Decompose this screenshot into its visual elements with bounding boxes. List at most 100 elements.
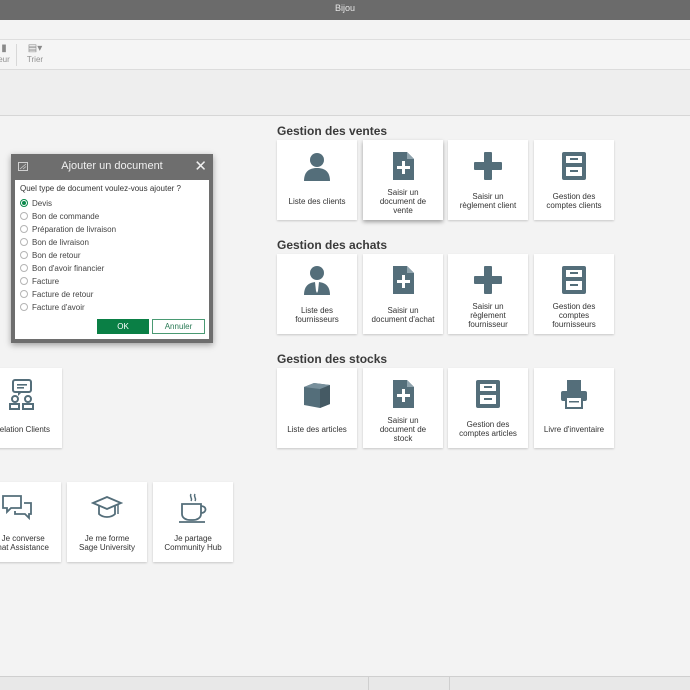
tile-liste-clients[interactable]: Liste des clients (277, 140, 357, 220)
tile-saisir-document-vente[interactable]: Saisir un document de vente (363, 140, 443, 220)
tile-liste-fournisseurs[interactable]: Liste des fournisseurs (277, 254, 357, 334)
plus-icon (472, 264, 504, 296)
tile-label: Saisir un document d'achat (371, 306, 435, 324)
close-icon[interactable]: ✕ (194, 159, 207, 174)
radio-button[interactable] (20, 290, 28, 298)
toolbar-icon: ▮ (1, 43, 7, 54)
tile-sage-university[interactable]: Je me forme Sage University (67, 482, 147, 562)
sort-button[interactable]: ▤▾ Trier (24, 43, 46, 64)
tile-label: Gestion des comptes articles (459, 420, 517, 438)
sub-header (0, 70, 690, 116)
radio-button[interactable] (20, 277, 28, 285)
radio-button[interactable] (20, 264, 28, 272)
menu-strip (0, 20, 690, 40)
option-facture-de-retour[interactable]: Facture de retour (20, 288, 93, 300)
document-add-icon (387, 264, 419, 296)
ok-button[interactable]: OK (97, 319, 149, 334)
option-label: Préparation de livraison (32, 224, 117, 234)
tile-gestion-comptes-articles[interactable]: Gestion des comptes articles (448, 368, 528, 448)
cancel-button[interactable]: Annuler (152, 319, 205, 334)
tile-label: Je partage Community Hub (164, 534, 222, 552)
option-label: Facture (32, 276, 60, 286)
option-devis[interactable]: Devis (20, 197, 52, 209)
option-facture-avoir[interactable]: Facture d'avoir (20, 301, 85, 313)
option-preparation-livraison[interactable]: Préparation de livraison (20, 223, 116, 235)
tile-label: Je converse hat Assistance (0, 534, 49, 552)
tile-label: Gestion des comptes clients (546, 192, 602, 210)
relation-icon (6, 378, 38, 410)
section-title-achats: Gestion des achats (277, 238, 388, 252)
tile-gestion-comptes-fournisseurs[interactable]: Gestion des comptes fournisseurs (534, 254, 614, 334)
option-label: Bon de commande (32, 211, 100, 221)
toolbar-separator (16, 44, 17, 66)
sort-label: Trier (26, 55, 44, 64)
tile-chat-assistance[interactable]: Je converse hat Assistance (0, 482, 61, 562)
dialog-question: Quel type de document voulez-vous ajoute… (20, 184, 181, 193)
window-titlebar: Bijou (0, 0, 690, 20)
tile-label: Je me forme Sage University (78, 534, 136, 552)
tile-label: Liste des clients (288, 196, 346, 206)
tile-relation-clients[interactable]: elation Clients (0, 368, 62, 448)
option-bon-de-retour[interactable]: Bon de retour (20, 249, 80, 261)
radio-button[interactable] (20, 251, 28, 259)
add-document-dialog: Ajouter un document ✕ Quel type de docum… (11, 154, 213, 343)
window-title: Bijou (334, 3, 355, 13)
tile-label: Livre d'inventaire (543, 424, 605, 434)
coffee-cup-icon (177, 492, 209, 524)
option-label: Bon de retour (32, 250, 81, 260)
option-label: Bon d'avoir financier (32, 263, 105, 273)
dialog-body: Quel type de document voulez-vous ajoute… (15, 180, 209, 339)
status-separator (368, 677, 369, 690)
option-label: Facture de retour (32, 289, 94, 299)
option-bon-de-commande[interactable]: Bon de commande (20, 210, 99, 222)
toolbar-item-cropped[interactable]: ▮ eur (0, 43, 14, 64)
document-add-icon (387, 150, 419, 182)
tile-label: Gestion des comptes fournisseurs (552, 301, 596, 329)
sort-icon: ▤▾ (27, 43, 43, 54)
tile-livre-inventaire[interactable]: Livre d'inventaire (534, 368, 614, 448)
status-bar (0, 676, 690, 690)
chat-icon (1, 492, 33, 524)
status-separator (449, 677, 450, 690)
tile-saisir-reglement-fournisseur[interactable]: Saisir un règlement fournisseur (448, 254, 528, 334)
radio-button[interactable] (20, 238, 28, 246)
document-add-icon (387, 378, 419, 410)
option-label: Bon de livraison (32, 237, 89, 247)
graduation-cap-icon (91, 492, 123, 524)
tile-community-hub[interactable]: Je partage Community Hub (153, 482, 233, 562)
tile-label: Liste des articles (287, 424, 347, 434)
tile-liste-articles[interactable]: Liste des articles (277, 368, 357, 448)
tile-label: Liste des fournisseurs (295, 306, 339, 324)
section-title-stocks: Gestion des stocks (277, 352, 388, 366)
radio-button[interactable] (20, 225, 28, 233)
tile-label: Saisir un règlement fournisseur (468, 301, 508, 329)
option-bon-de-livraison[interactable]: Bon de livraison (20, 236, 89, 248)
tile-saisir-reglement-client[interactable]: Saisir un règlement client (448, 140, 528, 220)
radio-button[interactable] (20, 212, 28, 220)
option-facture[interactable]: Facture (20, 275, 59, 287)
cabinet-icon (558, 264, 590, 296)
tile-label: Saisir un document de vente (379, 187, 427, 215)
tile-saisir-document-stock[interactable]: Saisir un document de stock (363, 368, 443, 448)
option-bon-avoir-financier[interactable]: Bon d'avoir financier (20, 262, 104, 274)
option-label: Facture d'avoir (32, 302, 85, 312)
tile-label: Saisir un document de stock (379, 415, 427, 443)
option-label: Devis (32, 198, 53, 208)
tile-gestion-comptes-clients[interactable]: Gestion des comptes clients (534, 140, 614, 220)
tile-saisir-document-achat[interactable]: Saisir un document d'achat (363, 254, 443, 334)
section-title-ventes: Gestion des ventes (277, 124, 388, 138)
dialog-titlebar[interactable]: Ajouter un document ✕ (11, 154, 213, 179)
supplier-icon (301, 264, 333, 296)
cabinet-icon (558, 150, 590, 182)
tile-label: elation Clients (0, 424, 50, 434)
dialog-title: Ajouter un document (61, 160, 163, 172)
radio-button[interactable] (20, 303, 28, 311)
box-icon (301, 378, 333, 410)
toolbar-item-label: eur (0, 55, 10, 64)
cabinet-icon (472, 378, 504, 410)
radio-button-checked[interactable] (20, 199, 28, 207)
toolbar: ▮ eur ▤▾ Trier (0, 40, 690, 70)
client-icon (301, 150, 333, 182)
tile-label: Saisir un règlement client (459, 192, 517, 210)
printer-icon (558, 378, 590, 410)
